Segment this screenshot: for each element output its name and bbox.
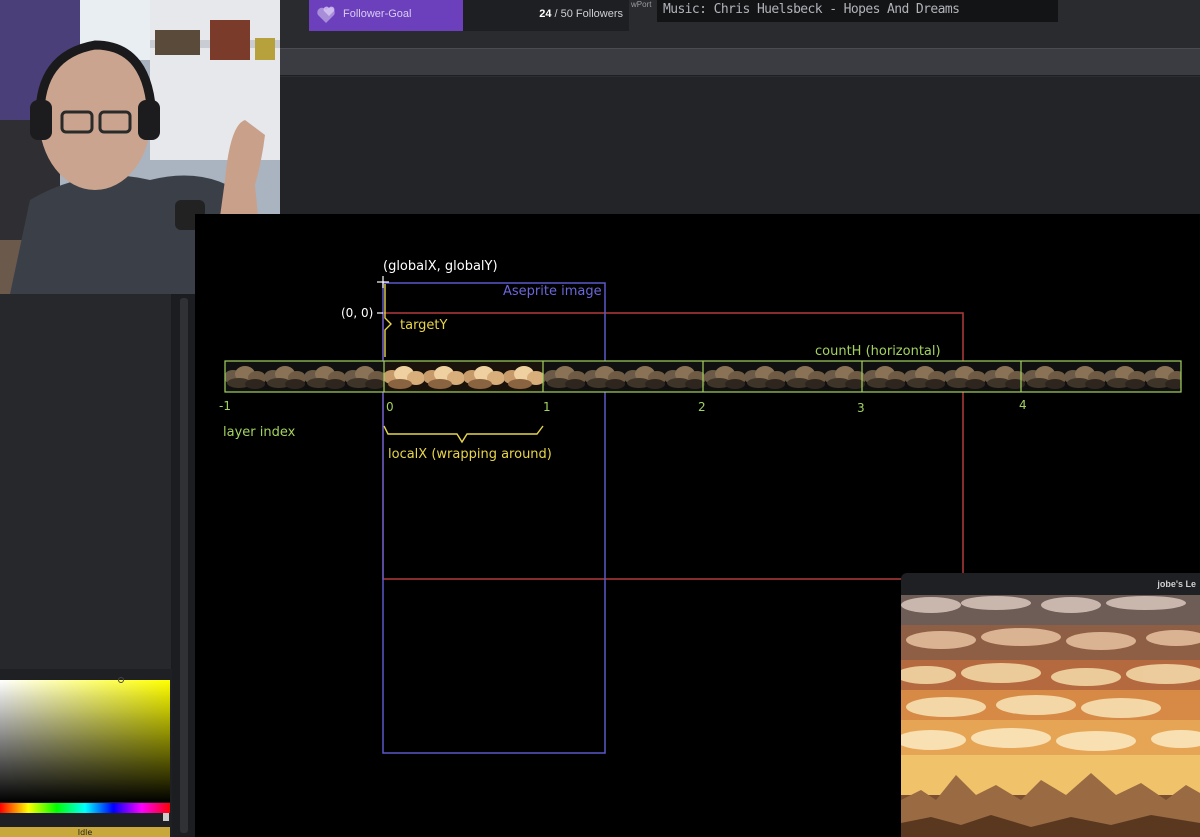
follower-goal-count: 24 / 50 Followers (539, 8, 623, 20)
music-bar: Music: Chris Huelsbeck - Hopes And Dream… (657, 0, 1058, 22)
hue-slider[interactable] (0, 803, 170, 813)
layer-indices: -1 0 1 2 3 4 (219, 398, 1027, 415)
targetY-label: targetY (400, 318, 448, 333)
layer-index-3: 3 (857, 401, 865, 415)
layer-index-1: 1 (543, 400, 551, 414)
localX-label: localX (wrapping around) (388, 447, 552, 462)
color-picker-marker[interactable] (118, 677, 124, 683)
editor-toolbar (280, 48, 1200, 76)
viewport-tag: wPort (631, 0, 652, 9)
layer-index-label: layer index (223, 425, 296, 440)
countH-label: countH (horizontal) (815, 344, 941, 359)
tile-active (384, 361, 543, 392)
color-mode-button[interactable]: Idle (0, 827, 170, 837)
localX-brace (383, 425, 544, 444)
follower-goal-label: Follower-Goal (343, 8, 412, 20)
follower-goal-widget: Follower-Goal 24 / 50 Followers (309, 0, 629, 31)
follower-goal-current: 24 (539, 8, 552, 20)
aseprite-image-label: Aseprite image (503, 284, 602, 299)
color-saturation-picker[interactable] (0, 680, 170, 802)
layer-index-2: 2 (698, 400, 706, 414)
origin-label: (globalX, globalY) (383, 259, 498, 274)
preview-title: jobe's Le (1157, 579, 1196, 589)
editor-header-area (280, 77, 1200, 214)
preview-window[interactable]: jobe's Le (901, 573, 1200, 837)
hearts-icon (317, 6, 335, 24)
layer-index-minus1: -1 (219, 399, 231, 413)
follower-goal-suffix: / 50 Followers (551, 8, 623, 20)
aseprite-image-rect (382, 282, 606, 754)
origin-crosshair (377, 276, 389, 288)
layers-panel (0, 294, 172, 669)
music-text: Music: Chris Huelsbeck - Hopes And Dream… (663, 2, 960, 17)
preview-parallax-image (901, 595, 1200, 837)
hue-slider-knob[interactable] (163, 813, 169, 821)
layer-index-0: 0 (386, 400, 394, 414)
zero-label: (0, 0) (341, 306, 373, 320)
scrollbar-thumb[interactable] (180, 298, 188, 833)
targetY-brace (384, 284, 392, 357)
layer-index-4: 4 (1019, 398, 1027, 412)
